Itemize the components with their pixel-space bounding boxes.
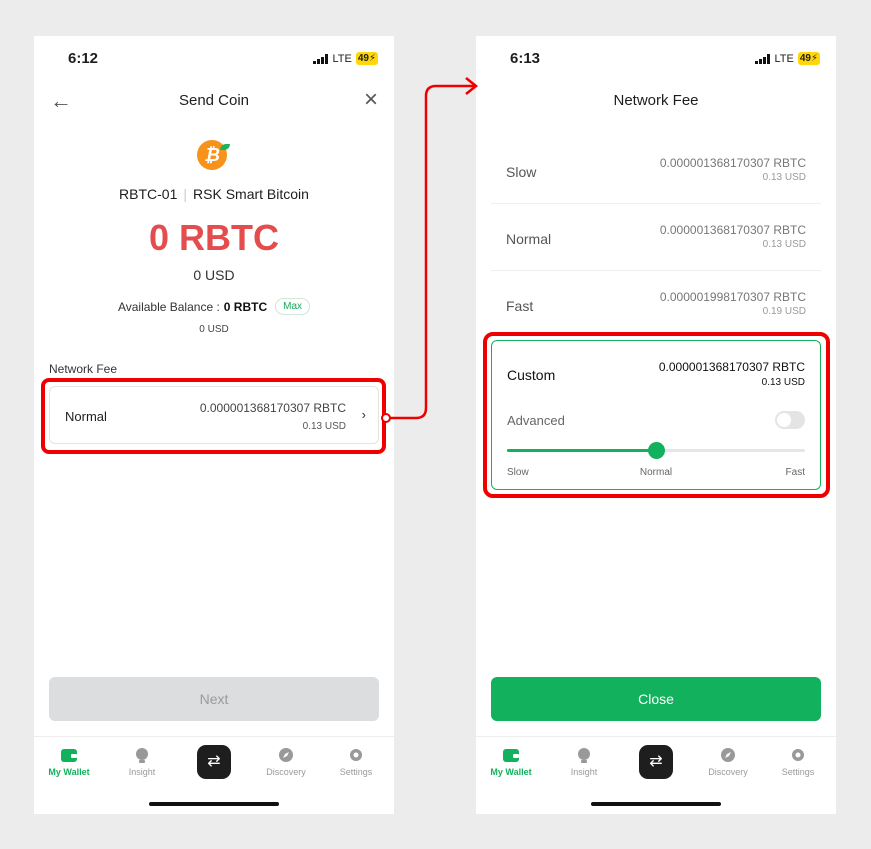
connector-arrow [381, 77, 479, 423]
